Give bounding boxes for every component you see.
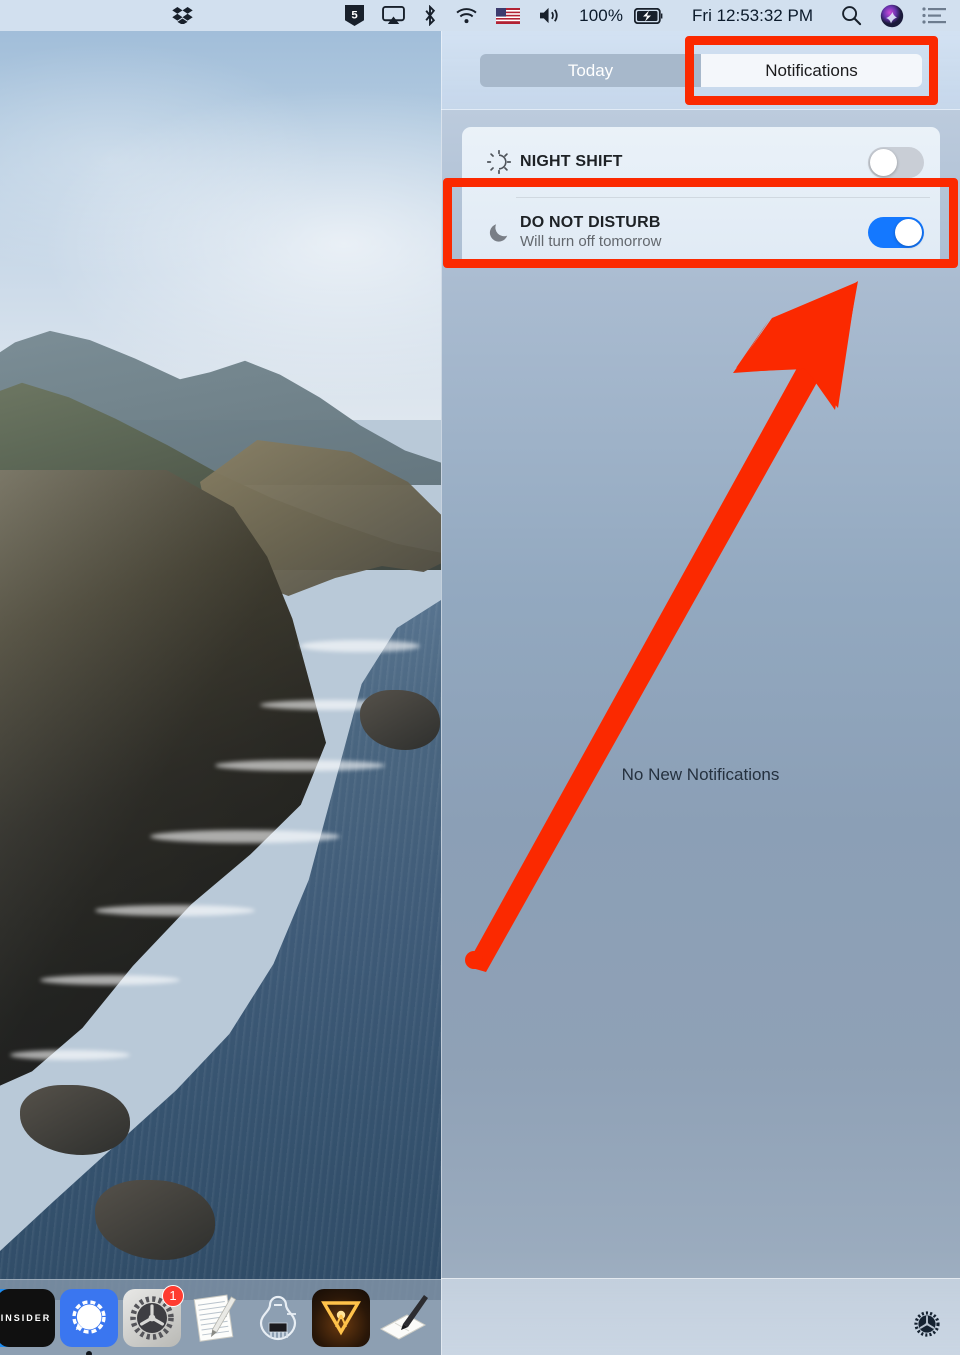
wallpaper-surf — [300, 640, 420, 652]
night-shift-toggle[interactable] — [868, 146, 924, 178]
wallpaper-surf — [40, 975, 180, 985]
wallpaper-surf — [150, 830, 340, 843]
notification-center-left-border — [441, 31, 442, 1355]
notification-center-footer — [441, 1278, 960, 1355]
empty-notifications-message: No New Notifications — [621, 765, 780, 784]
segmented-control: Today Notifications — [480, 54, 922, 87]
notification-center-icon[interactable] — [913, 0, 948, 31]
dock-app-sketch[interactable] — [375, 1289, 433, 1347]
menu-bar-clock[interactable]: Fri 12:53:32 PM — [673, 0, 832, 31]
do-not-disturb-text: DO NOT DISTURB Will turn off tomorrow — [520, 214, 868, 250]
toggle-knob — [895, 218, 922, 246]
quick-toggles-card: NIGHT SHIFT DO NOT DISTURB Will turn off… — [462, 127, 940, 267]
menu-bar: 5 100% Fri 12:53:32 PM — [0, 0, 960, 31]
do-not-disturb-toggle[interactable] — [868, 216, 924, 248]
airplay-icon[interactable] — [373, 0, 414, 31]
toggle-knob — [870, 148, 897, 176]
battery-percent[interactable]: 100% — [570, 0, 632, 31]
wallpaper-surf — [95, 905, 255, 916]
moon-icon — [478, 220, 520, 244]
night-shift-text: NIGHT SHIFT — [520, 153, 868, 171]
dock-running-indicator — [86, 1350, 92, 1355]
html5-shield-icon[interactable]: 5 — [336, 0, 373, 31]
battery-charging-icon[interactable] — [632, 0, 673, 31]
wifi-icon[interactable] — [446, 0, 487, 31]
dock-app-system-preferences[interactable]: 1 — [123, 1284, 184, 1347]
input-flag-icon[interactable] — [487, 0, 529, 31]
dock-app-vr[interactable] — [312, 1288, 370, 1347]
dock: INSIDER 1 — [0, 1279, 441, 1355]
do-not-disturb-title: DO NOT DISTURB — [520, 214, 661, 231]
notification-center-panel: Today Notifications NIGHT SHIFT DO NOT D… — [441, 31, 960, 1355]
notification-center-header: Today Notifications — [441, 31, 960, 110]
screen: 5 100% Fri 12:53:32 PM Today Notificatio… — [0, 0, 960, 1355]
tab-today[interactable]: Today — [480, 54, 701, 87]
siri-icon[interactable] — [871, 0, 913, 31]
dock-app-signal[interactable] — [60, 1288, 118, 1355]
dock-app-insider[interactable]: INSIDER — [0, 1288, 55, 1347]
wallpaper-surf — [215, 760, 385, 771]
sun-icon — [478, 150, 520, 174]
search-icon[interactable] — [832, 0, 871, 31]
night-shift-title: NIGHT SHIFT — [520, 153, 623, 170]
tab-notifications[interactable]: Notifications — [701, 54, 922, 87]
svg-text:5: 5 — [351, 9, 358, 21]
desktop-wallpaper — [0, 0, 441, 1355]
dock-app-circuit[interactable] — [249, 1289, 307, 1347]
do-not-disturb-subtitle: Will turn off tomorrow — [520, 233, 662, 250]
dock-app-notes[interactable] — [186, 1289, 244, 1347]
dropbox-icon[interactable] — [163, 0, 202, 31]
dock-badge-count: 1 — [162, 1284, 184, 1307]
night-shift-row[interactable]: NIGHT SHIFT — [462, 127, 940, 197]
gear-icon[interactable] — [914, 1311, 940, 1337]
wallpaper-surf — [10, 1050, 130, 1060]
do-not-disturb-row[interactable]: DO NOT DISTURB Will turn off tomorrow — [462, 197, 940, 267]
volume-icon[interactable] — [529, 0, 570, 31]
wallpaper-rock — [20, 1085, 130, 1155]
dock-app-insider-label: INSIDER — [0, 1312, 52, 1323]
bluetooth-icon[interactable] — [414, 0, 446, 31]
